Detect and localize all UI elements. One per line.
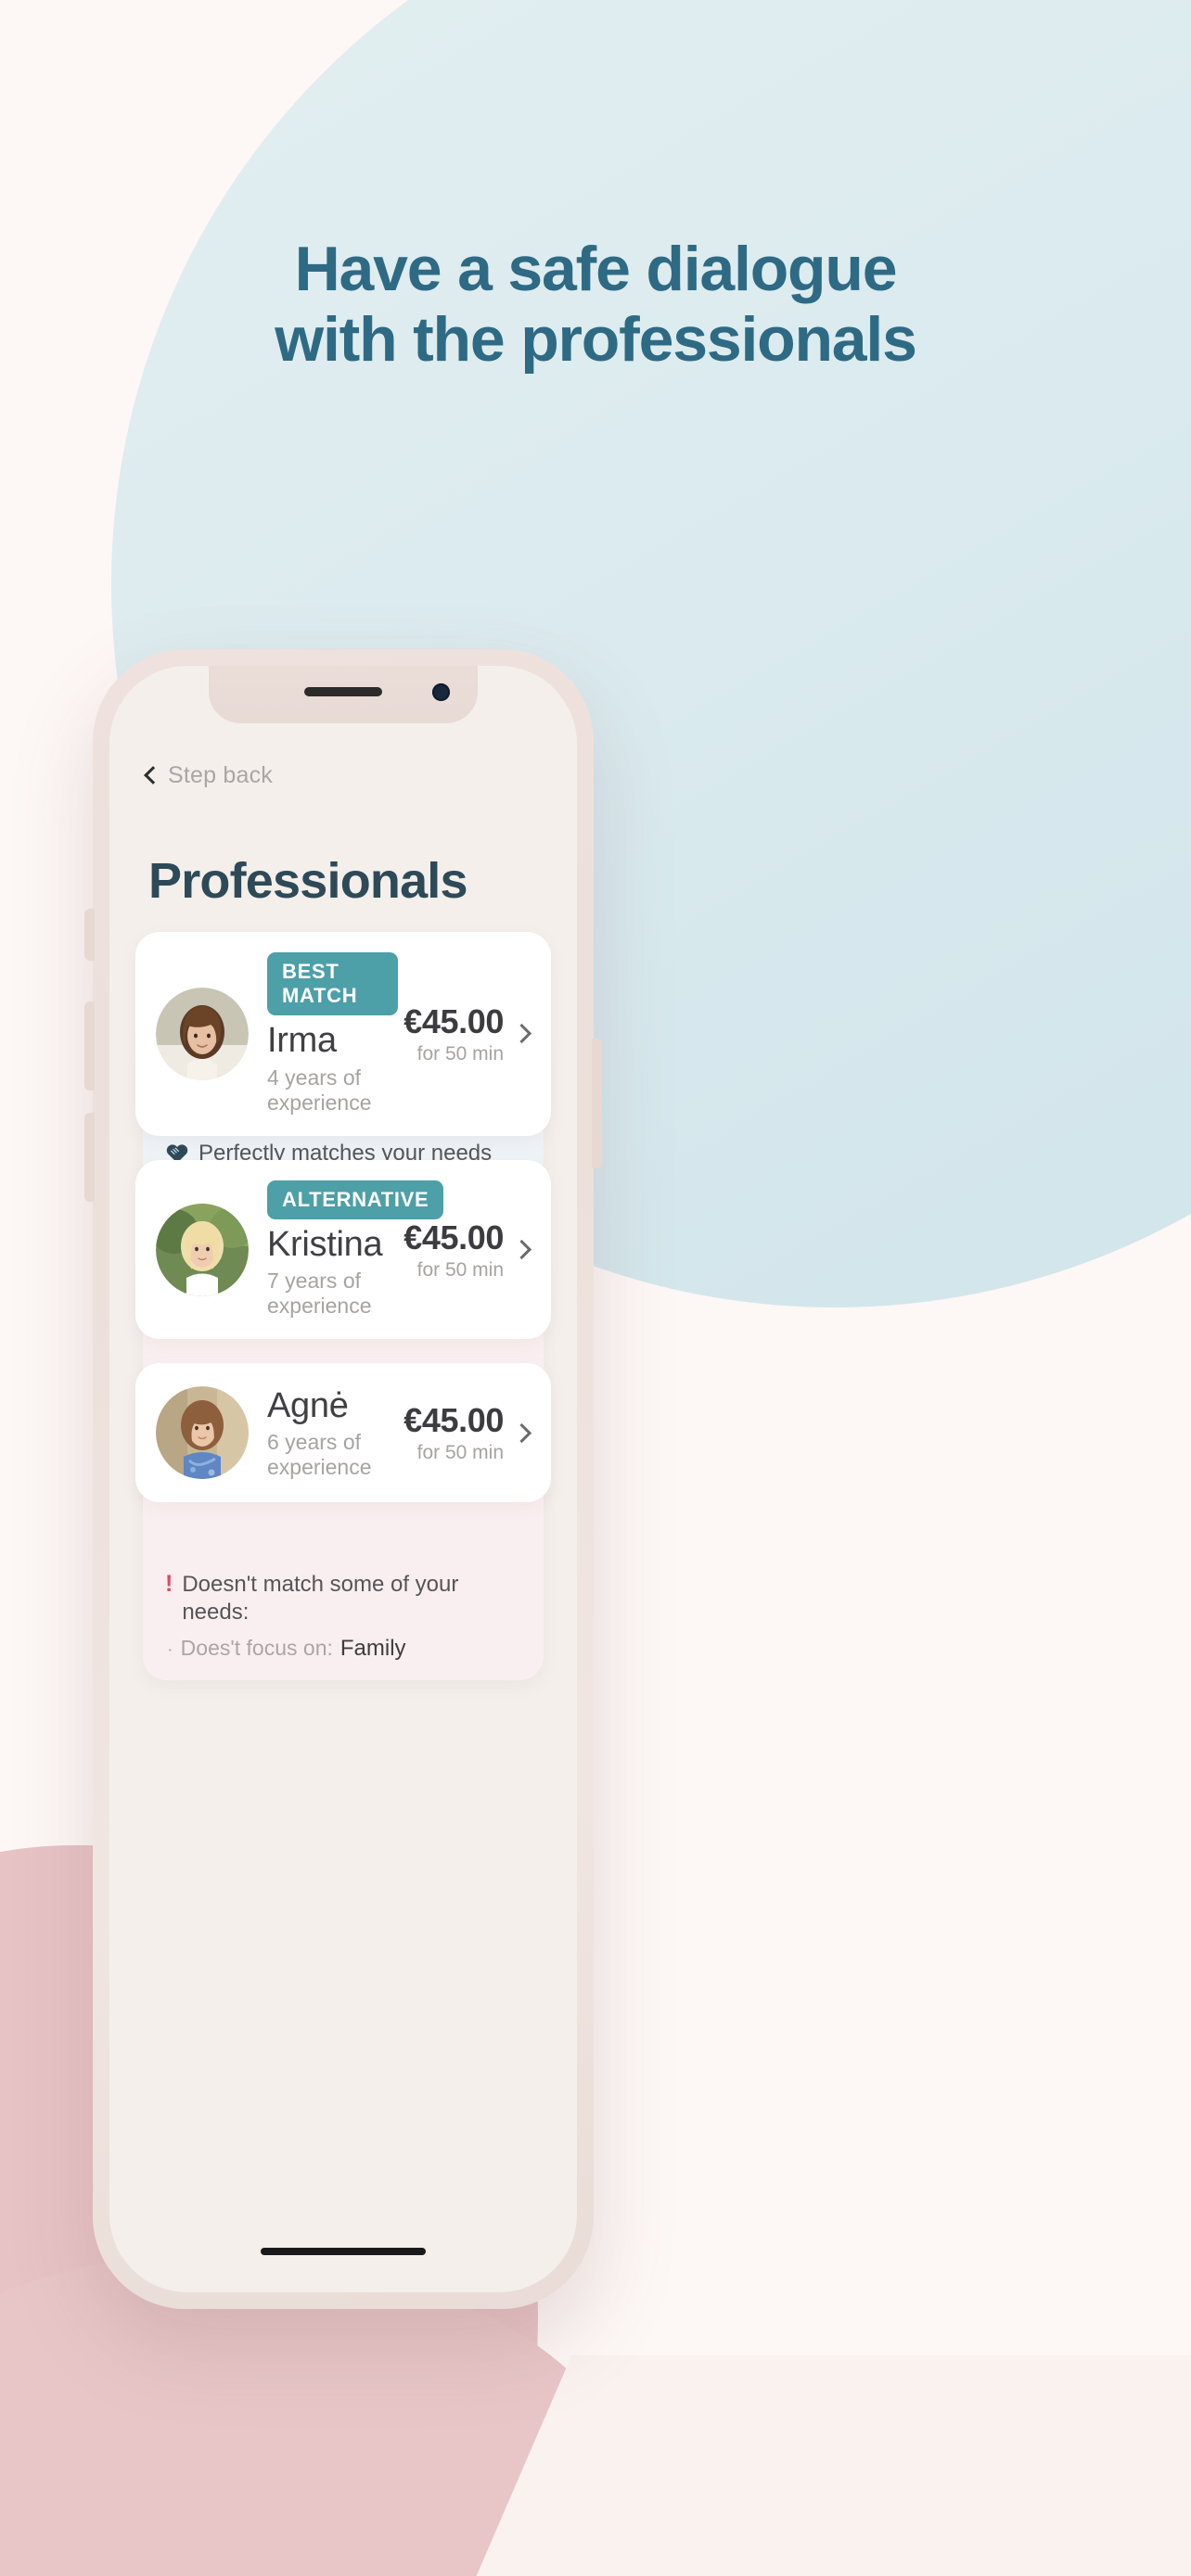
phone-volume-down-button[interactable] [84,1113,95,1202]
price-block: €45.00 for 50 min [403,1218,504,1282]
professional-card-irma[interactable]: BEST MATCH Irma 4 years of experience €4… [135,932,551,1136]
page-title: Professionals [148,853,468,909]
exclamation-icon: ! [165,1571,173,1598]
price-value: €45.00 [403,1401,504,1440]
professional-name: Kristina [267,1224,383,1264]
professional-card-agne[interactable]: Agnė 6 years of experience €45.00 for 50… [135,1363,551,1503]
professional-card-group: ! Doesn't match some of your needs: · Do… [135,1159,551,1503]
professional-card-group: ! Doesn't match some of your needs: · Do… [135,1363,551,1681]
badge-alternative: ALTERNATIVE [267,1180,444,1219]
chevron-right-icon[interactable] [511,1239,532,1260]
professional-name: Agnė [267,1385,349,1425]
earpiece-speaker-icon [304,687,382,696]
match-note-title-row: ! Doesn't match some of your needs: [165,1571,521,1626]
professionals-list: Perfectly matches your needs BEST MATCH … [135,932,551,1681]
professional-card-group: Perfectly matches your needs BEST MATCH … [135,932,551,1186]
professional-card-kristina[interactable]: ALTERNATIVE Kristina 7 years of experien… [135,1159,551,1340]
hero-headline-line2: with the professionals [275,304,917,376]
professional-experience: 7 years of experience [267,1269,372,1319]
hero-headline: Have a safe dialogue with the profession… [0,234,1191,375]
professional-price-area: €45.00 for 50 min [398,1401,532,1464]
phone-mockup: Step back Professionals Perfectly matche… [84,649,602,2309]
price-duration: for 50 min [416,1258,504,1281]
chevron-right-icon[interactable] [511,1024,532,1044]
professional-name: Irma [267,1021,337,1060]
price-duration: for 50 min [416,1442,504,1464]
avatar [156,987,249,1080]
badge-best-match: BEST MATCH [267,952,399,1015]
match-note-title: Doesn't match some of your needs: [182,1572,459,1626]
professional-info: Agnė 6 years of experience [249,1386,398,1481]
professional-info: BEST MATCH Irma 4 years of experience [249,952,399,1116]
chevron-right-icon[interactable] [511,1422,532,1443]
price-block: €45.00 for 50 min [403,1002,504,1065]
chevron-left-icon [144,766,162,784]
home-indicator[interactable] [261,2248,426,2255]
professional-price-area: €45.00 for 50 min [398,1002,532,1065]
phone-power-button[interactable] [592,1039,602,1168]
price-block: €45.00 for 50 min [403,1401,504,1464]
avatar [156,1203,249,1296]
phone-screen: Step back Professionals Perfectly matche… [109,666,577,2292]
match-note-detail-row: · Does't focus on: Family [167,1636,521,1662]
phone-volume-up-button[interactable] [84,1001,95,1090]
step-back-button[interactable]: Step back [144,762,551,789]
phone-notch [209,666,478,723]
hero-headline-line1: Have a safe dialogue [294,234,898,304]
professional-experience: 4 years of experience [267,1065,372,1115]
phone-silent-switch[interactable] [84,909,95,961]
price-duration: for 50 min [416,1042,504,1065]
app-screen-content: Step back Professionals Perfectly matche… [109,666,577,2292]
professional-experience: 6 years of experience [267,1430,372,1480]
price-value: €45.00 [403,1218,504,1256]
bullet-icon: · [167,1639,173,1661]
match-note-detail-value: Family [339,1636,406,1662]
avatar [156,1386,249,1480]
price-value: €45.00 [403,1001,504,1040]
front-camera-icon [432,683,450,701]
professional-info: ALTERNATIVE Kristina 7 years of experien… [249,1180,444,1320]
step-back-label: Step back [168,762,273,788]
professional-price-area: €45.00 for 50 min [398,1218,532,1282]
match-note-detail-prefix: Does't focus on: [180,1636,333,1661]
